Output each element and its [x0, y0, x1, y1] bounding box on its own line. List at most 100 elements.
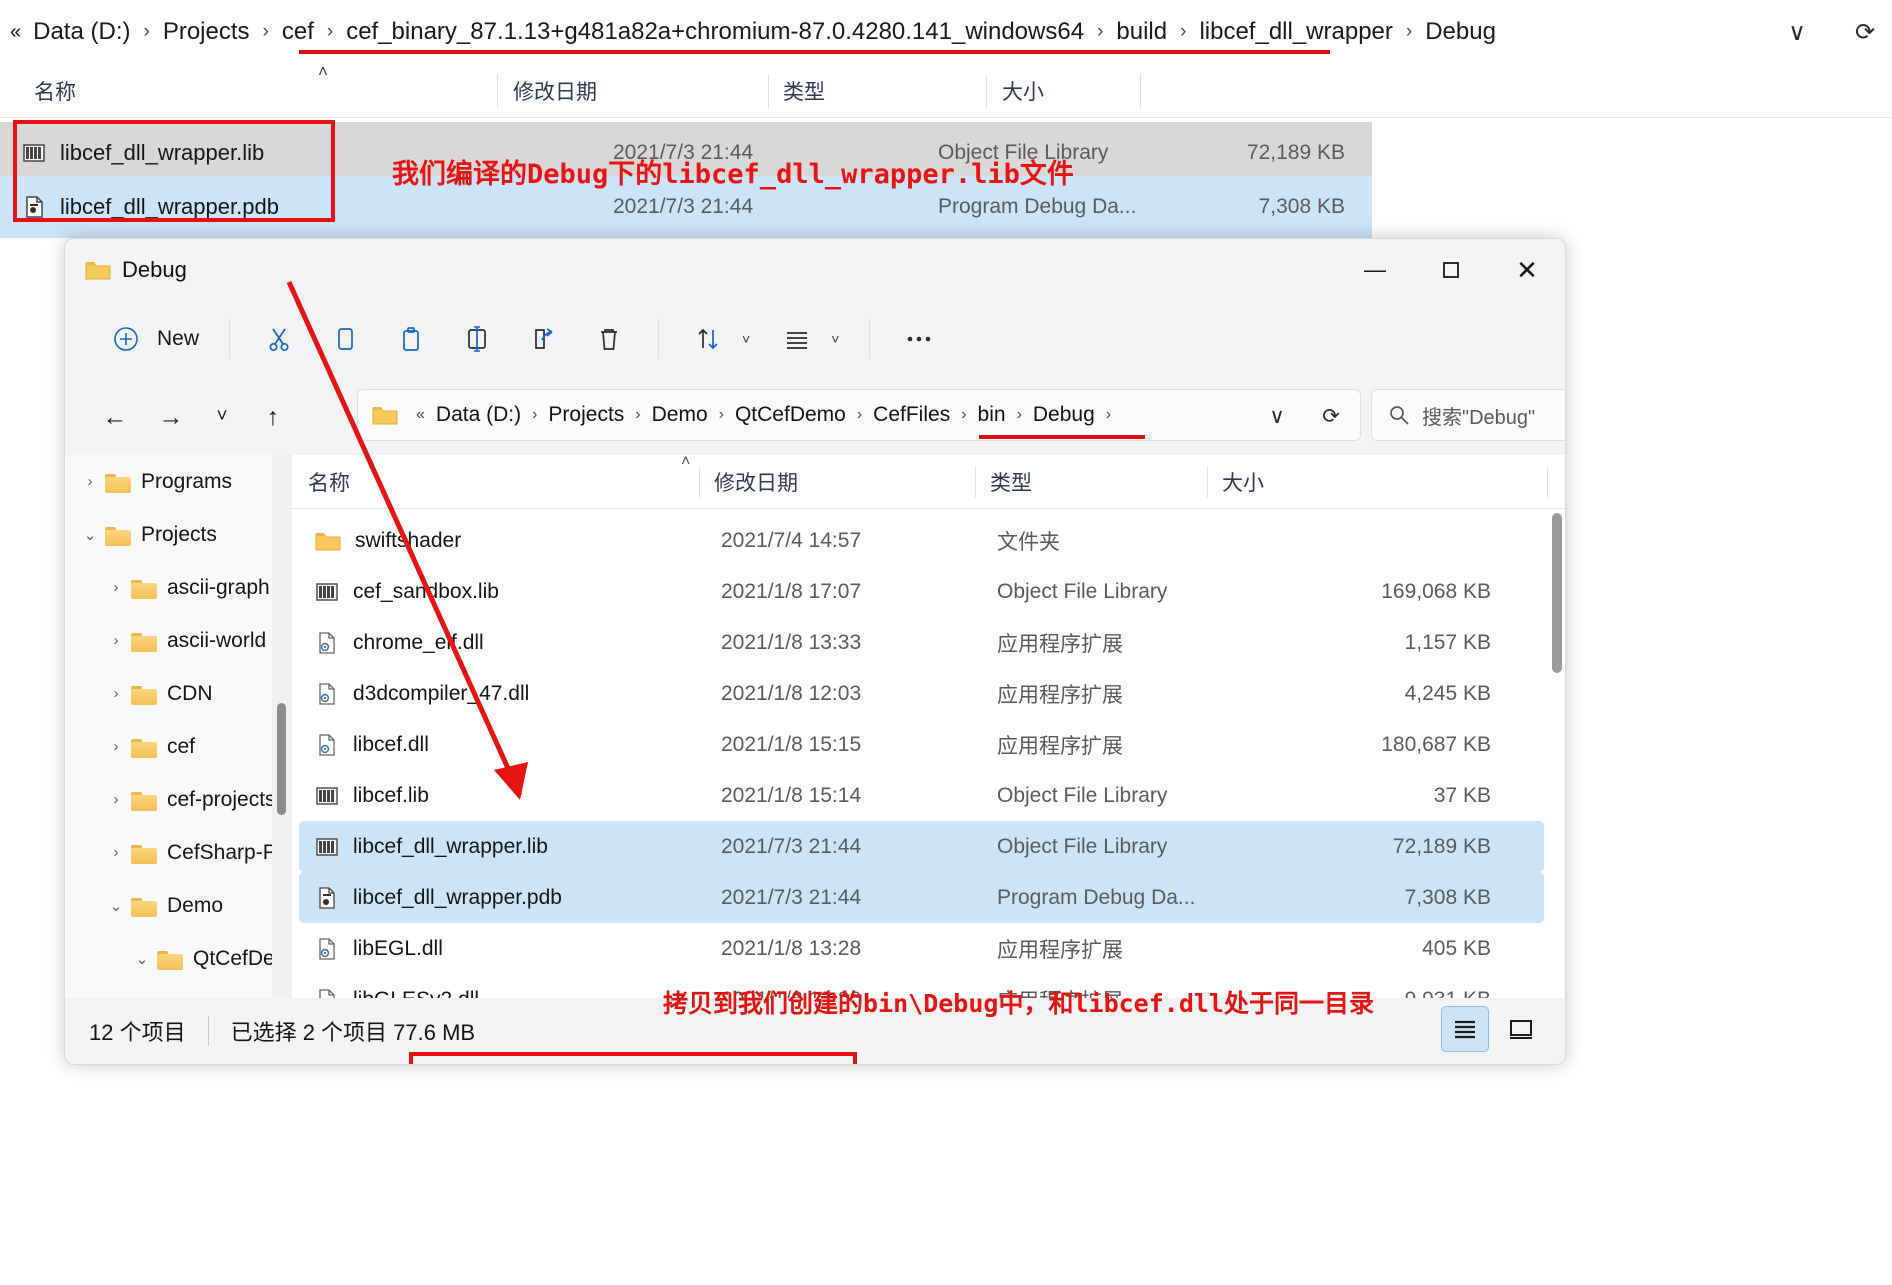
maximize-button[interactable] — [1413, 239, 1489, 301]
address-crumb-1[interactable]: Projects — [545, 401, 627, 429]
address-crumb-2[interactable]: Demo — [649, 401, 711, 429]
file-name-cell[interactable]: d3dcompiler_47.dll — [315, 668, 529, 719]
back-button[interactable]: ← — [87, 393, 143, 441]
column-divider[interactable] — [1207, 466, 1208, 498]
chevron-down-icon[interactable]: ∨ — [1260, 404, 1294, 429]
breadcrumb-item-1[interactable]: Projects — [159, 16, 254, 48]
tree-item-ascii-world[interactable]: ›ascii-world — [65, 614, 292, 667]
table-row[interactable]: swiftshader2021/7/4 14:57文件夹 — [299, 515, 1544, 566]
file-size-cell: 4,245 KB — [1229, 668, 1491, 719]
column-divider[interactable] — [1140, 74, 1141, 108]
cut-button[interactable] — [246, 314, 312, 364]
share-button[interactable] — [510, 314, 576, 364]
chevron-right-icon[interactable]: › — [101, 685, 131, 702]
address-crumb-4[interactable]: CefFiles — [870, 401, 953, 429]
tiles-view-button[interactable] — [1497, 1006, 1545, 1052]
chevron-down-icon[interactable]: ⌄ — [75, 526, 105, 544]
tree-item-cefsharp-pr[interactable]: ›CefSharp-Pr — [65, 826, 292, 879]
file-name-cell[interactable]: swiftshader — [315, 515, 461, 566]
view-button[interactable]: ˅ — [764, 314, 853, 364]
list-scrollbar-thumb[interactable] — [1552, 513, 1562, 673]
chevron-double-left-icon[interactable]: « — [416, 406, 425, 424]
chevron-right-icon[interactable]: › — [101, 579, 131, 596]
search-input[interactable]: 搜索"Debug" — [1371, 389, 1566, 441]
up-button[interactable]: ↑ — [245, 393, 301, 441]
column-header-type[interactable]: 类型 — [783, 64, 825, 118]
new-button[interactable]: New — [93, 314, 213, 364]
nav-scrollbar-thumb[interactable] — [277, 703, 286, 815]
sort-button[interactable]: ˅ — [675, 314, 764, 364]
tree-item-demo[interactable]: ⌄Demo — [65, 879, 292, 932]
column-header-size[interactable]: 大小 — [1222, 455, 1264, 509]
breadcrumb-item-5[interactable]: libcef_dll_wrapper — [1195, 16, 1396, 48]
column-header-name[interactable]: 名称˄ — [308, 455, 350, 509]
refresh-icon[interactable]: ⟳ — [1314, 404, 1348, 429]
close-button[interactable]: ✕ — [1489, 239, 1565, 301]
list-scrollbar-track[interactable] — [1549, 513, 1565, 1000]
breadcrumb-item-2[interactable]: cef — [278, 16, 318, 48]
paste-button[interactable] — [378, 314, 444, 364]
column-divider[interactable] — [497, 74, 498, 108]
table-row[interactable]: libcef.dll2021/1/8 15:15应用程序扩展180,687 KB — [299, 719, 1544, 770]
copy-button[interactable] — [312, 314, 378, 364]
chevron-right-icon[interactable]: › — [101, 791, 131, 808]
address-crumb-5[interactable]: bin — [975, 401, 1009, 429]
table-row[interactable]: libcef.lib2021/1/8 15:14Object File Libr… — [299, 770, 1544, 821]
chevron-right-icon[interactable]: › — [101, 738, 131, 755]
breadcrumb-item-0[interactable]: Data (D:) — [29, 16, 134, 48]
address-breadcrumb-box[interactable]: « Data (D:) › Projects › Demo › QtCefDem… — [357, 389, 1361, 441]
table-row[interactable]: cef_sandbox.lib2021/1/8 17:07Object File… — [299, 566, 1544, 617]
chevron-down-icon[interactable]: ⌄ — [101, 897, 131, 915]
chevron-right-icon[interactable]: › — [75, 473, 105, 490]
chevron-down-icon[interactable]: ⌄ — [127, 950, 157, 968]
tree-item-projects[interactable]: ⌄Projects — [65, 508, 292, 561]
minimize-button[interactable]: — — [1337, 239, 1413, 301]
column-header-date[interactable]: 修改日期 — [714, 455, 798, 509]
file-name-cell[interactable]: libcef_dll_wrapper.lib — [315, 821, 548, 872]
column-header-date[interactable]: 修改日期 — [513, 64, 597, 118]
column-divider[interactable] — [768, 74, 769, 108]
table-row[interactable]: libEGL.dll2021/1/8 13:28应用程序扩展405 KB — [299, 923, 1544, 974]
column-divider[interactable] — [975, 466, 976, 498]
tree-item-ascii-graph[interactable]: ›ascii-graph — [65, 561, 292, 614]
delete-button[interactable] — [576, 314, 642, 364]
recent-locations-button[interactable]: ˅ — [199, 393, 245, 441]
chevron-right-icon[interactable]: › — [101, 632, 131, 649]
more-options-button[interactable] — [886, 314, 952, 364]
column-header-size[interactable]: 大小 — [1002, 64, 1044, 118]
tree-item-cef-projects[interactable]: ›cef-projects — [65, 773, 292, 826]
file-name-cell[interactable]: libEGL.dll — [315, 923, 443, 974]
file-name-cell[interactable]: libcef_dll_wrapper.pdb — [315, 872, 562, 923]
file-name-cell[interactable]: libcef.dll — [315, 719, 429, 770]
address-crumb-3[interactable]: QtCefDemo — [732, 401, 849, 429]
details-view-button[interactable] — [1441, 1006, 1489, 1052]
rename-button[interactable] — [444, 314, 510, 364]
chevron-double-left-icon[interactable]: « — [10, 21, 21, 44]
refresh-icon[interactable]: ⟳ — [1848, 18, 1882, 47]
chevron-down-icon[interactable]: ∨ — [1780, 18, 1814, 47]
column-header-name[interactable]: 名称 — [34, 64, 76, 118]
forward-button[interactable]: → — [143, 393, 199, 441]
table-row[interactable]: chrome_elf.dll2021/1/8 13:33应用程序扩展1,157 … — [299, 617, 1544, 668]
column-divider[interactable] — [1547, 466, 1548, 498]
tree-item-qtcefdem[interactable]: ⌄QtCefDem — [65, 932, 292, 985]
tree-item-programs[interactable]: ›Programs — [65, 455, 292, 508]
table-row[interactable]: libcef_dll_wrapper.lib2021/7/3 21:44Obje… — [299, 821, 1544, 872]
address-crumb-6[interactable]: Debug — [1030, 401, 1098, 429]
column-header-type[interactable]: 类型 — [990, 455, 1032, 509]
breadcrumb-item-3[interactable]: cef_binary_87.1.13+g481a82a+chromium-87.… — [342, 16, 1088, 48]
breadcrumb-item-4[interactable]: build — [1112, 16, 1171, 48]
file-name-cell[interactable]: cef_sandbox.lib — [315, 566, 499, 617]
tree-item-cef[interactable]: ›cef — [65, 720, 292, 773]
nav-scrollbar-track[interactable] — [272, 455, 292, 1000]
file-name-cell[interactable]: chrome_elf.dll — [315, 617, 484, 668]
chevron-right-icon[interactable]: › — [101, 844, 131, 861]
address-crumb-0[interactable]: Data (D:) — [433, 401, 524, 429]
table-row[interactable]: d3dcompiler_47.dll2021/1/8 12:03应用程序扩展4,… — [299, 668, 1544, 719]
column-divider[interactable] — [699, 466, 700, 498]
table-row[interactable]: libcef_dll_wrapper.pdb2021/7/3 21:44Prog… — [299, 872, 1544, 923]
breadcrumb-item-6[interactable]: Debug — [1421, 16, 1500, 48]
tree-item-cdn[interactable]: ›CDN — [65, 667, 292, 720]
file-name-cell[interactable]: libcef.lib — [315, 770, 429, 821]
column-divider[interactable] — [986, 74, 987, 108]
